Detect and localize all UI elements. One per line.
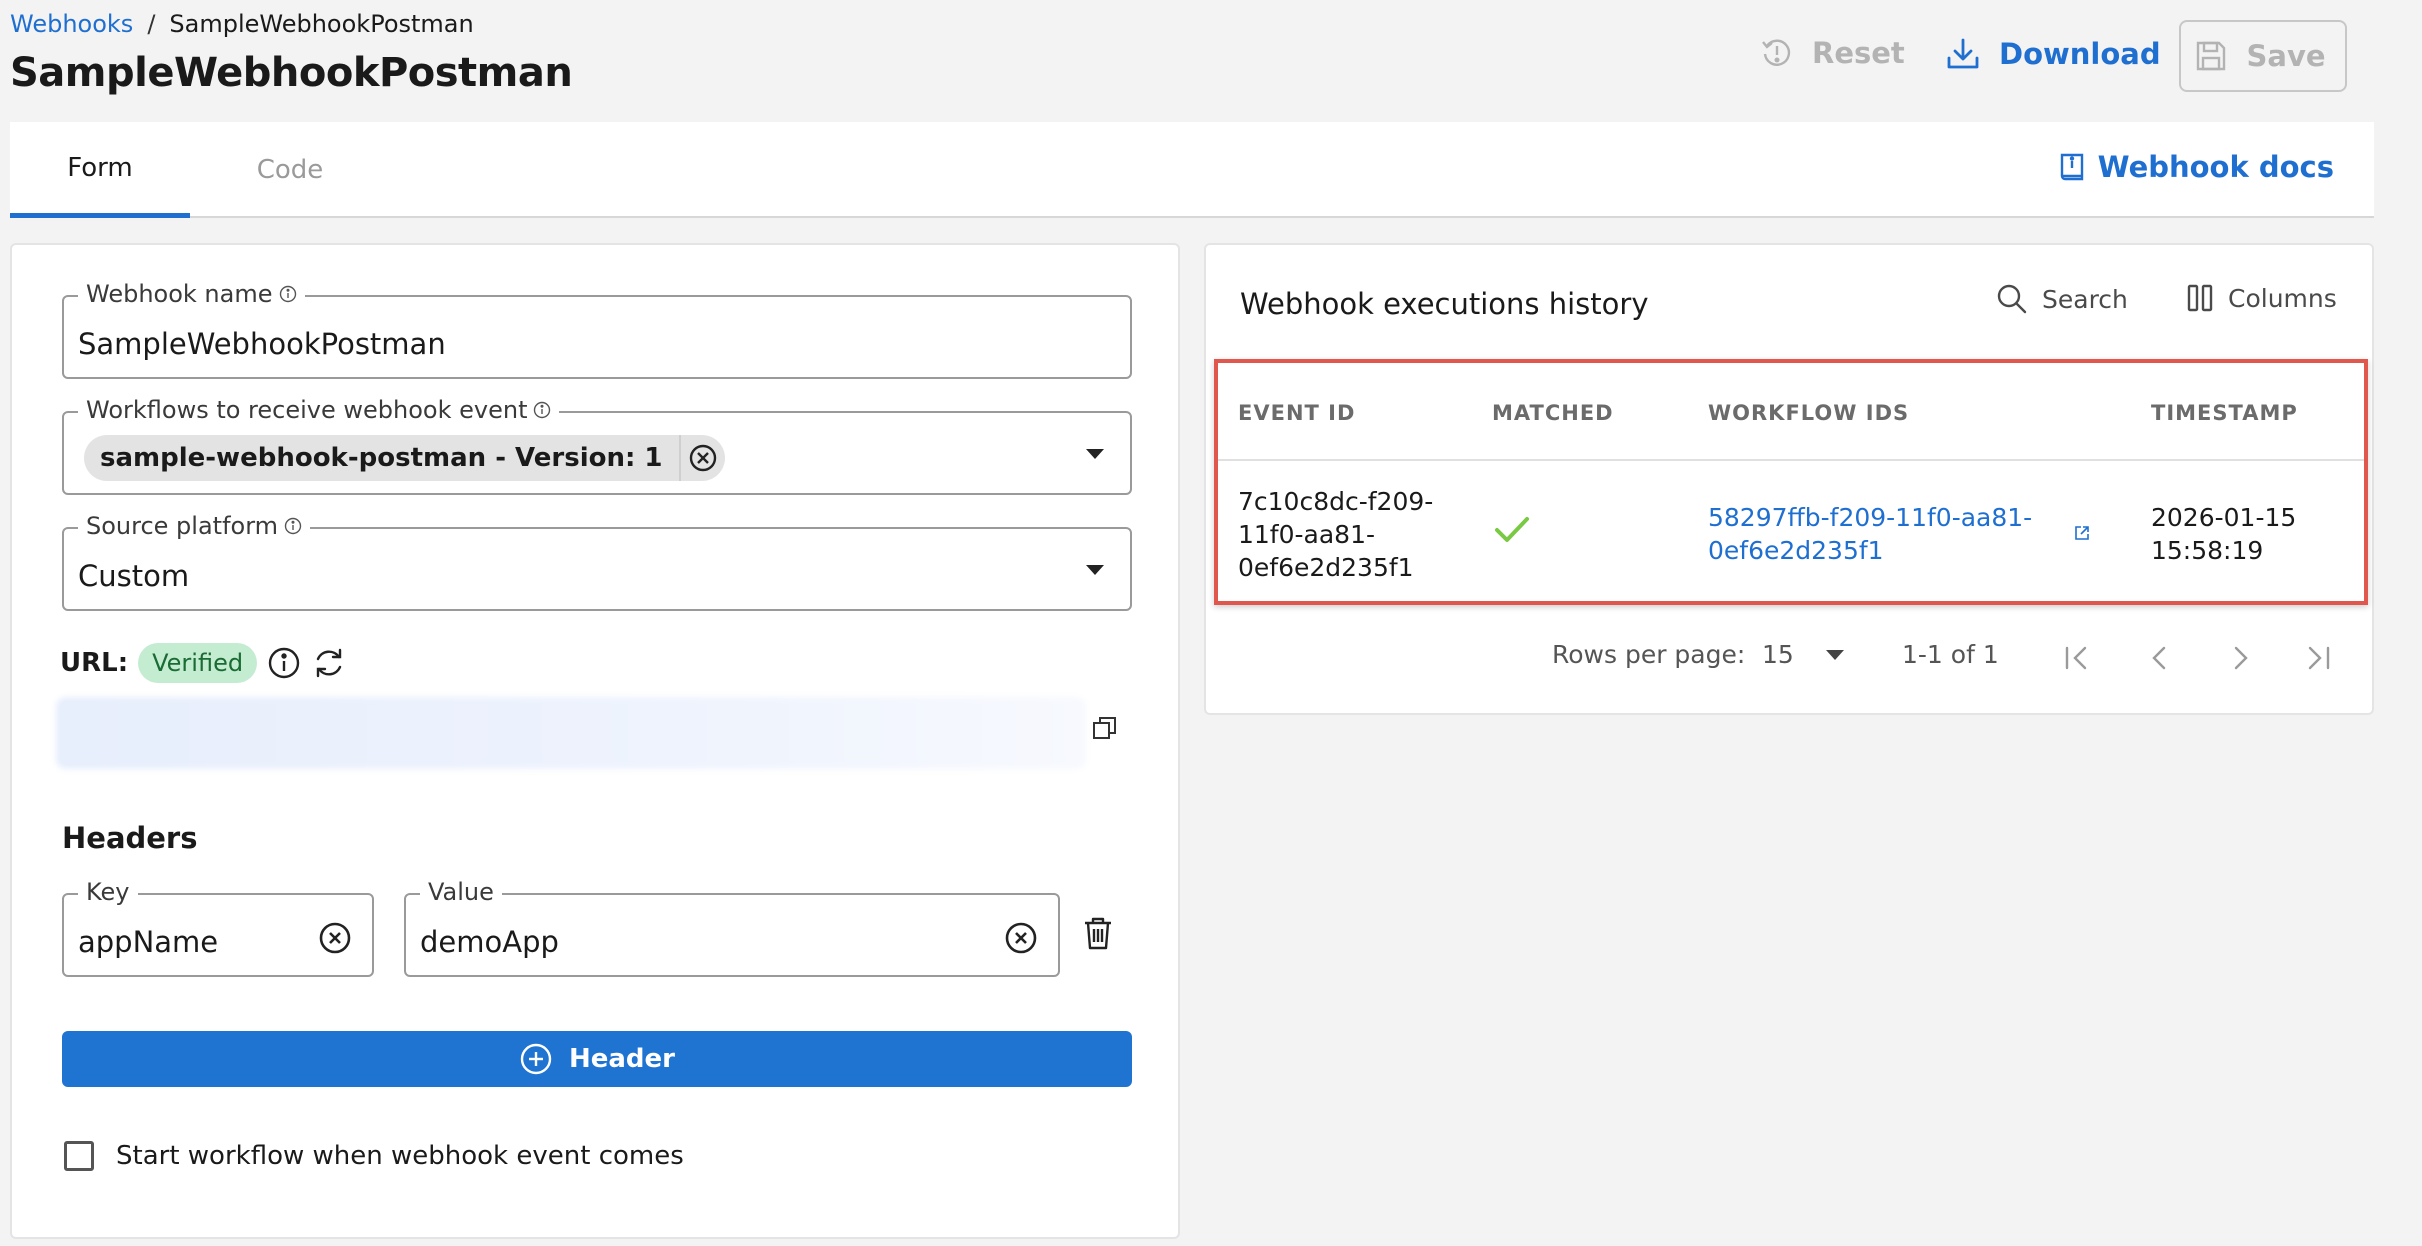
chip-remove-icon[interactable] [678, 435, 725, 481]
column-matched[interactable]: MATCHED [1492, 401, 1614, 425]
key-label: Key [86, 878, 130, 906]
info-icon[interactable] [284, 517, 302, 535]
first-page-icon[interactable] [2061, 642, 2093, 674]
clear-icon[interactable] [318, 921, 352, 955]
breadcrumb-webhooks-link[interactable]: Webhooks [10, 10, 133, 38]
webhook-name-input[interactable]: SampleWebhookPostman [78, 327, 446, 361]
tabs-bar: Form Code Webhook docs [10, 122, 2374, 218]
download-button[interactable]: Download [1945, 36, 2161, 72]
rows-per-page-select[interactable]: 15 [1762, 640, 1844, 669]
start-workflow-checkbox[interactable] [64, 1141, 94, 1171]
timestamp-cell: 2026-01-15 15:58:19 [2151, 503, 2297, 565]
breadcrumb: Webhooks / SampleWebhookPostman [10, 10, 474, 38]
source-platform-label: Source platform [86, 512, 279, 540]
search-icon [1996, 283, 2028, 315]
start-workflow-option: Start workflow when webhook event comes [64, 1141, 684, 1171]
column-event-id[interactable]: EVENT ID [1238, 401, 1355, 425]
url-label: URL: [60, 648, 129, 678]
rows-per-page-label: Rows per page: [1552, 640, 1746, 669]
info-icon[interactable] [267, 646, 301, 680]
chevron-down-icon [1825, 649, 1844, 660]
columns-icon [2186, 283, 2214, 313]
header-key-field[interactable]: Key appName [62, 878, 374, 977]
event-id-cell: 7c10c8dc-f209- 11f0-aa81- 0ef6e2d235f1 [1238, 487, 1434, 582]
add-header-button[interactable]: Header [62, 1031, 1132, 1087]
tab-code[interactable]: Code [190, 122, 390, 218]
pagination: Rows per page: 15 1-1 of 1 [1206, 640, 2372, 680]
table-header: EVENT ID MATCHED WORKFLOW IDS TIMESTAMP [1218, 363, 2364, 461]
next-page-icon[interactable] [2224, 642, 2256, 674]
columns-label: Columns [2228, 283, 2337, 313]
reset-button[interactable]: Reset [1760, 36, 1905, 70]
last-page-icon[interactable] [2302, 642, 2334, 674]
copy-icon[interactable] [1092, 715, 1118, 741]
source-platform-select[interactable]: Source platform Custom [62, 512, 1132, 611]
refresh-icon[interactable] [311, 645, 347, 681]
breadcrumb-current: SampleWebhookPostman [169, 10, 474, 38]
download-icon [1945, 36, 1981, 72]
clear-icon[interactable] [1004, 921, 1038, 955]
executions-history-panel: Webhook executions history Search Column… [1204, 243, 2374, 715]
previous-page-icon[interactable] [2144, 642, 2176, 674]
webhook-name-field[interactable]: Webhook name SampleWebhookPostman [62, 280, 1132, 379]
webhook-url-value [56, 697, 1086, 769]
header-value-field[interactable]: Value demoApp [404, 878, 1060, 977]
workflow-chip: sample-webhook-postman - Version: 1 [84, 435, 725, 481]
header-key-input[interactable]: appName [78, 925, 218, 959]
breadcrumb-separator: / [147, 10, 156, 38]
download-label: Download [1999, 37, 2161, 71]
url-row: URL: Verified [60, 643, 347, 683]
workflow-id-link[interactable]: 58297ffb-f209-11f0-aa81- 0ef6e2d235f1 [1708, 501, 2032, 567]
column-timestamp[interactable]: TIMESTAMP [2151, 401, 2298, 425]
start-workflow-label: Start workflow when webhook event comes [116, 1141, 684, 1171]
plus-circle-icon [519, 1042, 553, 1076]
book-icon [2058, 152, 2086, 182]
info-icon[interactable] [279, 285, 297, 303]
header-value-input[interactable]: demoApp [420, 925, 559, 959]
search-button[interactable]: Search [1996, 283, 2128, 315]
delete-header-icon[interactable] [1082, 915, 1114, 951]
executions-table: EVENT ID MATCHED WORKFLOW IDS TIMESTAMP … [1214, 359, 2368, 605]
chevron-down-icon[interactable] [1086, 565, 1104, 575]
webhook-docs-link[interactable]: Webhook docs [2058, 150, 2334, 184]
add-header-label: Header [568, 1044, 675, 1074]
matched-check-icon [1494, 515, 1530, 545]
webhook-form-panel: Webhook name SampleWebhookPostman Workfl… [10, 243, 1180, 1239]
save-button[interactable]: Save [2179, 20, 2347, 92]
webhook-name-label: Webhook name [86, 280, 273, 308]
value-label: Value [428, 878, 494, 906]
external-link-icon[interactable] [2073, 524, 2091, 542]
rows-per-page-value: 15 [1762, 640, 1794, 669]
tab-form[interactable]: Form [10, 122, 190, 218]
webhook-docs-label: Webhook docs [2097, 150, 2334, 184]
info-icon[interactable] [533, 401, 551, 419]
chevron-down-icon[interactable] [1086, 449, 1104, 459]
headers-heading: Headers [62, 821, 198, 855]
workflows-label: Workflows to receive webhook event [86, 396, 528, 424]
save-icon [2194, 39, 2228, 73]
history-title: Webhook executions history [1240, 287, 1649, 321]
column-workflow-ids[interactable]: WORKFLOW IDS [1708, 401, 1909, 425]
reset-icon [1760, 36, 1794, 70]
columns-button[interactable]: Columns [2186, 283, 2337, 313]
reset-label: Reset [1812, 36, 1905, 70]
search-label: Search [2042, 284, 2128, 314]
verified-badge: Verified [138, 643, 258, 683]
pagination-range: 1-1 of 1 [1902, 640, 1999, 669]
workflows-select[interactable]: Workflows to receive webhook event sampl… [62, 396, 1132, 495]
workflow-chip-label: sample-webhook-postman - Version: 1 [100, 443, 663, 473]
save-label: Save [2246, 39, 2326, 73]
page-title: SampleWebhookPostman [10, 50, 573, 96]
source-platform-value: Custom [78, 559, 190, 593]
